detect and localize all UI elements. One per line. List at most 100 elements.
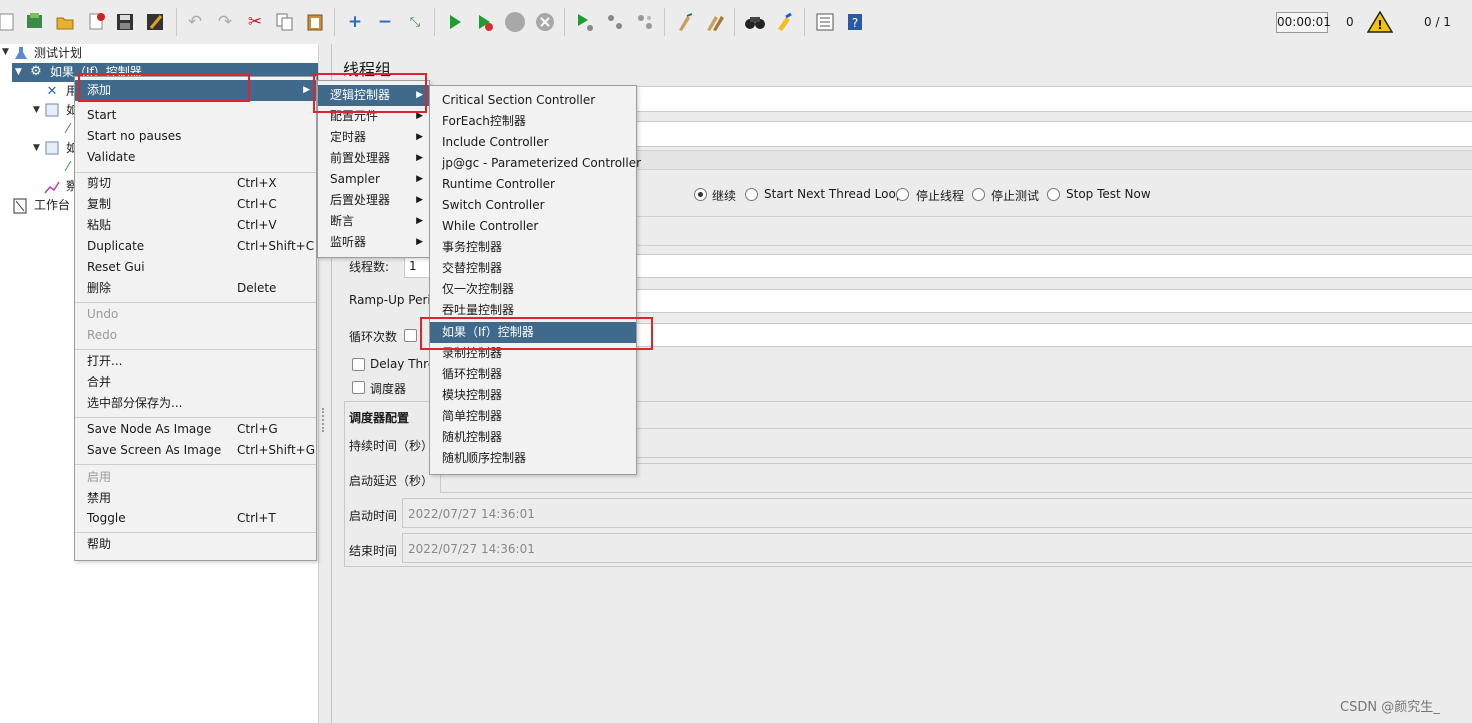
menu-item-post-processor[interactable]: 后置处理器 ▶ — [318, 190, 429, 211]
menu-item-pre-processor[interactable]: 前置处理器 ▶ — [318, 148, 429, 169]
start-icon[interactable] — [442, 9, 468, 35]
submenu-arrow-icon: ▶ — [416, 174, 423, 184]
toggle-icon[interactable]: ⤡ — [402, 9, 428, 35]
menu-item-include[interactable]: Include Controller — [430, 132, 636, 153]
reset-search-icon[interactable] — [772, 9, 798, 35]
end-time-input[interactable]: 2022/07/27 14:36:01 — [402, 533, 1472, 563]
menu-item-disable[interactable]: 禁用 — [75, 488, 316, 509]
save-icon[interactable] — [112, 9, 138, 35]
redo-icon[interactable]: ↷ — [212, 9, 238, 35]
remote-start-icon[interactable] — [572, 9, 598, 35]
warning-icon[interactable]: ! — [1366, 10, 1394, 33]
menu-item-toggle[interactable]: Toggle Ctrl+T — [75, 508, 316, 529]
menu-label: 剪切 — [87, 176, 112, 190]
remote-shutdown-icon[interactable] — [632, 9, 658, 35]
menu-item-random[interactable]: 随机控制器 — [430, 427, 636, 448]
menu-label: Undo — [87, 307, 119, 321]
radio-start-next-loop[interactable] — [745, 188, 758, 201]
help-icon[interactable]: ? — [842, 9, 868, 35]
cut-icon[interactable]: ✂ — [242, 9, 268, 35]
delay-thread-checkbox[interactable] — [352, 358, 365, 371]
menu-item-critical-section[interactable]: Critical Section Controller — [430, 90, 636, 111]
menu-label: jp@gc - Parameterized Controller — [442, 156, 642, 170]
svg-text:!: ! — [1377, 18, 1382, 32]
collapse-toggle-icon[interactable]: ▼ — [15, 67, 22, 77]
controller-icon — [44, 103, 60, 119]
close-icon[interactable] — [84, 9, 110, 35]
save-as-icon[interactable] — [142, 9, 168, 35]
undo-icon[interactable]: ↶ — [182, 9, 208, 35]
shutdown-icon[interactable] — [532, 9, 558, 35]
tree-node-test-plan[interactable]: 测试计划 — [34, 44, 82, 63]
menu-item-simple[interactable]: 简单控制器 — [430, 406, 636, 427]
menu-item-help[interactable]: 帮助 — [75, 534, 316, 555]
menu-item-open[interactable]: 打开... — [75, 351, 316, 372]
scheduler-checkbox[interactable] — [352, 381, 365, 394]
function-helper-icon[interactable] — [812, 9, 838, 35]
radio-stop-thread[interactable] — [896, 188, 909, 201]
menu-item-random-order[interactable]: 随机顺序控制器 — [430, 448, 636, 469]
submenu-arrow-icon: ▶ — [416, 153, 423, 163]
menu-label: 删除 — [87, 281, 112, 295]
loop-forever-checkbox[interactable] — [404, 329, 417, 342]
menu-item-parameterized[interactable]: jp@gc - Parameterized Controller — [430, 153, 641, 174]
menu-item-listener[interactable]: 监听器 ▶ — [318, 232, 429, 253]
radio-label: Stop Test Now — [1066, 187, 1151, 201]
menu-item-copy[interactable]: 复制 Ctrl+C — [75, 194, 316, 215]
open-icon[interactable] — [52, 9, 78, 35]
menu-item-delete[interactable]: 删除 Delete — [75, 278, 316, 299]
collapse-toggle-icon[interactable]: ▼ — [33, 143, 40, 153]
menu-label: 前置处理器 — [330, 151, 391, 165]
splitter-grip[interactable] — [322, 408, 328, 432]
menu-item-duplicate[interactable]: Duplicate Ctrl+Shift+C — [75, 236, 316, 257]
menu-item-interleave[interactable]: 交替控制器 — [430, 258, 636, 279]
tree-node-workbench[interactable]: 工作台 — [34, 196, 70, 215]
menu-item-assertion[interactable]: 断言 ▶ — [318, 211, 429, 232]
radio-continue[interactable] — [694, 188, 707, 201]
menu-item-cut[interactable]: 剪切 Ctrl+X — [75, 173, 316, 194]
clear-icon[interactable] — [672, 9, 698, 35]
paste-icon[interactable] — [302, 9, 328, 35]
menu-item-timer[interactable]: 定时器 ▶ — [318, 127, 429, 148]
menu-label: Validate — [87, 150, 136, 164]
radio-stop-test[interactable] — [972, 188, 985, 201]
menu-item-while[interactable]: While Controller — [430, 216, 636, 237]
expand-icon[interactable]: + — [342, 9, 368, 35]
menu-label: Reset Gui — [87, 260, 145, 274]
error-count: 0 — [1346, 15, 1354, 29]
menu-item-transaction[interactable]: 事务控制器 — [430, 237, 636, 258]
remote-stop-icon[interactable] — [602, 9, 628, 35]
clear-all-icon[interactable] — [702, 9, 728, 35]
menu-item-start-no-pauses[interactable]: Start no pauses — [75, 126, 316, 147]
new-icon[interactable] — [0, 9, 20, 35]
menu-item-start[interactable]: Start — [75, 105, 316, 126]
menu-item-foreach[interactable]: ForEach控制器 — [430, 111, 636, 132]
menu-label: 定时器 — [330, 130, 367, 144]
menu-item-runtime[interactable]: Runtime Controller — [430, 174, 636, 195]
menu-item-save-screen-image[interactable]: Save Screen As Image Ctrl+Shift+G — [75, 440, 316, 461]
collapse-toggle-icon[interactable]: ▼ — [2, 47, 9, 57]
menu-item-sampler[interactable]: Sampler ▶ — [318, 169, 429, 190]
collapse-toggle-icon[interactable]: ▼ — [33, 105, 40, 115]
templates-icon[interactable] — [22, 9, 48, 35]
start-no-pauses-icon[interactable] — [472, 9, 498, 35]
menu-label: 交替控制器 — [442, 261, 503, 275]
menu-label: 事务控制器 — [442, 240, 503, 254]
menu-item-module[interactable]: 模块控制器 — [430, 385, 636, 406]
menu-item-reset-gui[interactable]: Reset Gui — [75, 257, 316, 278]
menu-item-validate[interactable]: Validate — [75, 147, 316, 168]
menu-item-merge[interactable]: 合并 — [75, 372, 316, 393]
menu-item-loop[interactable]: 循环控制器 — [430, 364, 636, 385]
menu-label: 吞吐量控制器 — [442, 303, 515, 317]
stop-icon[interactable] — [502, 9, 528, 35]
collapse-icon[interactable]: − — [372, 9, 398, 35]
search-icon[interactable] — [742, 9, 768, 35]
radio-stop-test-now[interactable] — [1047, 188, 1060, 201]
menu-item-switch[interactable]: Switch Controller — [430, 195, 636, 216]
menu-item-paste[interactable]: 粘贴 Ctrl+V — [75, 215, 316, 236]
menu-item-save-selection[interactable]: 选中部分保存为... — [75, 393, 316, 414]
menu-item-once-only[interactable]: 仅一次控制器 — [430, 279, 636, 300]
start-time-input[interactable]: 2022/07/27 14:36:01 — [402, 498, 1472, 528]
menu-item-save-node-image[interactable]: Save Node As Image Ctrl+G — [75, 419, 316, 440]
copy-icon[interactable] — [272, 9, 298, 35]
